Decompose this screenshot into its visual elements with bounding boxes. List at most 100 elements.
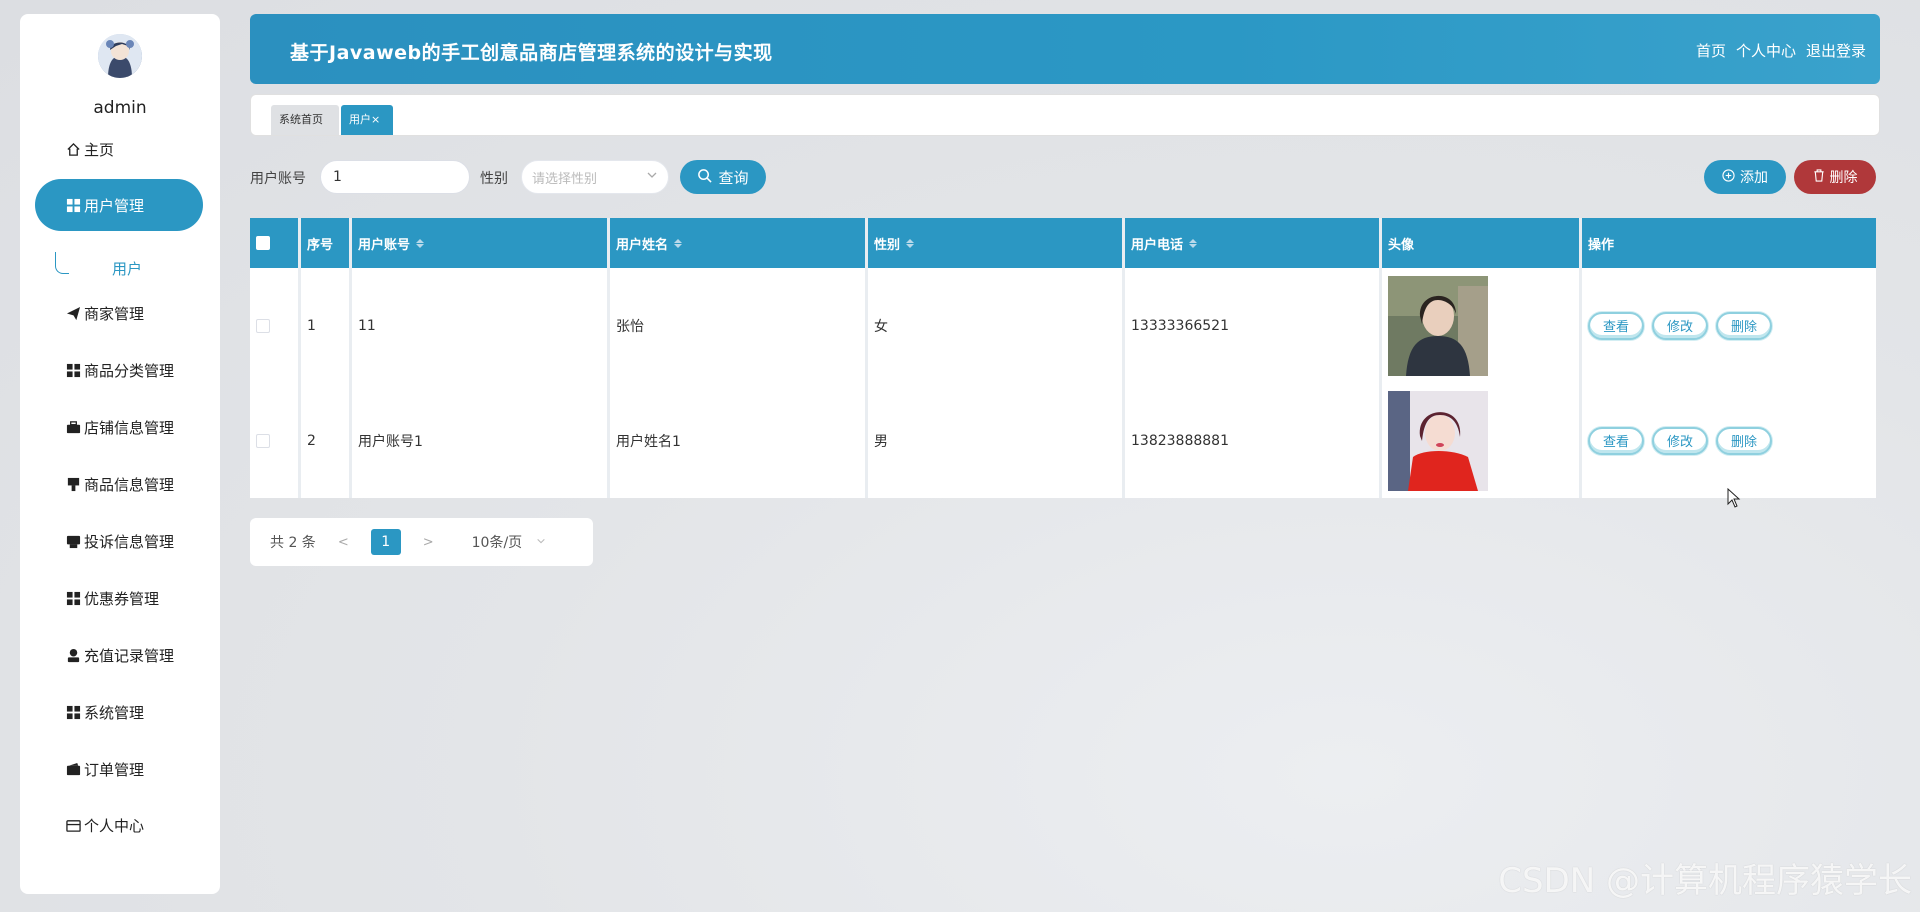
paper-plane-icon [64, 304, 82, 322]
sidebar-item-label: 用户管理 [84, 196, 145, 215]
add-button-label: 添加 [1740, 170, 1768, 186]
sidebar-item-complaint-management[interactable]: 投诉信息管理 [35, 515, 203, 567]
sidebar-item-label: 优惠券管理 [84, 589, 160, 608]
sidebar-item-label: 商家管理 [84, 304, 145, 323]
sidebar-item-label: 系统管理 [84, 703, 145, 722]
grid-icon [64, 589, 82, 607]
column-header-label: 头像 [1388, 237, 1415, 253]
column-header-label: 用户电话 [1131, 237, 1184, 253]
pagination: 共 2 条 < 1 > 10条/页 [250, 518, 593, 566]
page-size-select[interactable]: 10条/页 [472, 532, 547, 552]
sidebar-item-product-management[interactable]: 商品信息管理 [35, 458, 203, 510]
header-select-all [250, 218, 298, 268]
cell-gender: 男 [874, 433, 888, 450]
query-button[interactable]: 查询 [680, 160, 766, 194]
cell-account: 11 [358, 317, 376, 334]
query-button-label: 查询 [718, 168, 749, 187]
view-button[interactable]: 查看 [1588, 311, 1644, 340]
sidebar-item-label: 商品分类管理 [84, 361, 175, 380]
sort-icon[interactable] [906, 238, 915, 248]
header-link-home[interactable]: 首页 [1696, 40, 1726, 61]
sidebar-item-order-management[interactable]: 订单管理 [35, 743, 203, 795]
cell-avatar [1382, 268, 1579, 383]
cell-avatar [1382, 383, 1579, 498]
cell-index: 2 [307, 432, 316, 449]
gender-placeholder: 请选择性别 [532, 171, 598, 187]
header-link-logout[interactable]: 退出登录 [1806, 40, 1866, 61]
column-header-gender[interactable]: 性别 [865, 218, 1122, 268]
card-icon [64, 816, 82, 834]
bulk-delete-button-label: 删除 [1829, 170, 1858, 186]
column-header-index: 序号 [298, 218, 349, 268]
page-number-current[interactable]: 1 [370, 529, 401, 555]
sidebar-item-recharge-management[interactable]: 充值记录管理 [35, 629, 203, 681]
sidebar-item-merchant-management[interactable]: 商家管理 [35, 287, 203, 339]
user-avatar-image[interactable] [1388, 390, 1488, 491]
cell-gender: 女 [874, 318, 888, 335]
delete-button[interactable]: 删除 [1716, 311, 1772, 340]
sidebar-item-category-management[interactable]: 商品分类管理 [35, 344, 203, 396]
next-page-button[interactable]: > [423, 535, 434, 550]
sidebar-item-coupon-management[interactable]: 优惠券管理 [35, 572, 203, 624]
view-button[interactable]: 查看 [1588, 426, 1644, 455]
watermark: CSDN @计算机程序猿学长 [1498, 861, 1912, 901]
prev-page-button[interactable]: < [338, 535, 349, 550]
cell-index: 1 [307, 317, 316, 334]
column-header-account[interactable]: 用户账号 [349, 218, 607, 268]
chevron-down-icon [646, 169, 658, 185]
sidebar-item-home[interactable]: 主页 [35, 123, 203, 175]
search-bar: 用户账号 性别 请选择性别 查询 添加 删除 [250, 160, 1880, 194]
sort-icon[interactable] [674, 238, 683, 248]
briefcase-icon [64, 418, 82, 436]
page-size-label: 10条/页 [471, 535, 523, 551]
cell-phone: 13823888881 [1131, 432, 1229, 449]
sidebar-item-system-management[interactable]: 系统管理 [35, 686, 203, 738]
column-header-label: 序号 [307, 237, 334, 253]
add-button[interactable]: 添加 [1704, 160, 1786, 194]
gender-select[interactable]: 请选择性别 [521, 160, 669, 194]
sidebar-item-profile[interactable]: 个人中心 [35, 799, 203, 851]
sidebar-item-user-management[interactable]: 用户管理 [35, 179, 203, 231]
sidebar-subitem-user[interactable]: 用户 [112, 258, 142, 279]
header-link-profile[interactable]: 个人中心 [1736, 40, 1796, 61]
row-checkbox[interactable] [256, 318, 270, 333]
cell-name: 用户姓名1 [616, 433, 681, 450]
trash-icon [1813, 168, 1825, 186]
column-header-phone[interactable]: 用户电话 [1122, 218, 1379, 268]
edit-button[interactable]: 修改 [1652, 311, 1708, 340]
sidebar-item-shop-management[interactable]: 店铺信息管理 [35, 401, 203, 453]
top-header: 基于Javaweb的手工创意品商店管理系统的设计与实现 首页 个人中心 退出登录 [250, 14, 1880, 84]
tab-system-home[interactable]: 系统首页 [271, 105, 339, 135]
column-header-label: 性别 [874, 237, 901, 253]
row-select-cell [250, 383, 298, 498]
column-header-label: 用户姓名 [616, 237, 669, 253]
avatar[interactable] [98, 34, 142, 78]
cell-name: 张怡 [616, 318, 644, 335]
submenu-connector [55, 252, 69, 274]
cell-account: 用户账号1 [358, 433, 423, 450]
gender-label: 性别 [480, 171, 508, 187]
edit-button[interactable]: 修改 [1652, 426, 1708, 455]
table-row: 2 用户账号1 用户姓名1 男 13823888881 查看 修改 删除 [250, 383, 1876, 498]
sidebar-item-label: 店铺信息管理 [84, 418, 175, 437]
table-body: 1 11 张怡 女 13333366521 查看 修改 删除 2 用户账号1 用… [250, 268, 1876, 498]
select-all-checkbox[interactable] [256, 236, 270, 250]
tab-user[interactable]: 用户× [341, 105, 393, 135]
sort-icon[interactable] [416, 238, 425, 248]
user-avatar-image[interactable] [1388, 275, 1488, 376]
sidebar-item-label: 商品信息管理 [84, 475, 175, 494]
tab-close-icon[interactable]: × [371, 113, 380, 126]
plus-circle-icon [1722, 168, 1735, 186]
column-header-label: 操作 [1588, 237, 1615, 253]
sort-icon[interactable] [1189, 238, 1198, 248]
chevron-down-icon [536, 536, 546, 549]
row-checkbox[interactable] [256, 433, 270, 448]
printer-icon [64, 532, 82, 550]
table-row: 1 11 张怡 女 13333366521 查看 修改 删除 [250, 268, 1876, 383]
delete-button[interactable]: 删除 [1716, 426, 1772, 455]
table-header: 序号 用户账号 用户姓名 性别 用户电话 头像 操作 [250, 218, 1876, 268]
sidebar: admin 主页 用户管理 用户 商家管理 商品分类管理 店铺信息管理 商品信息… [20, 14, 220, 894]
account-search-input[interactable] [320, 160, 470, 194]
column-header-name[interactable]: 用户姓名 [607, 218, 865, 268]
bulk-delete-button[interactable]: 删除 [1794, 160, 1876, 194]
